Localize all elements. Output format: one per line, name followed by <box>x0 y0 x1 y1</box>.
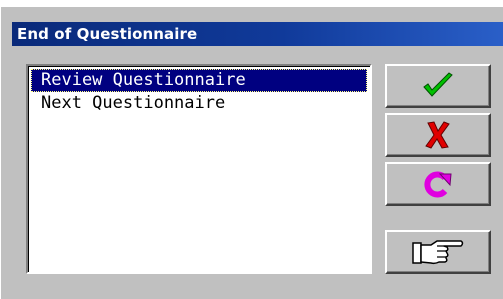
list-item-review-questionnaire[interactable]: Review Questionnaire <box>31 69 367 92</box>
ok-button[interactable] <box>385 64 491 108</box>
refresh-button[interactable] <box>385 162 491 206</box>
refresh-icon <box>423 170 453 198</box>
dialog-window: End of Questionnaire Review Questionnair… <box>0 0 503 299</box>
window-title: End of Questionnaire <box>17 25 198 43</box>
title-bar[interactable]: End of Questionnaire <box>12 22 503 46</box>
cancel-button[interactable] <box>385 113 491 157</box>
pointing-hand-icon <box>411 237 465 267</box>
questionnaire-listbox[interactable]: Review Questionnaire Next Questionnaire <box>26 64 372 274</box>
pointing-hand-button[interactable] <box>385 230 491 274</box>
list-item-next-questionnaire[interactable]: Next Questionnaire <box>31 92 367 115</box>
checkmark-icon <box>421 72 455 100</box>
x-cross-icon <box>425 120 451 150</box>
